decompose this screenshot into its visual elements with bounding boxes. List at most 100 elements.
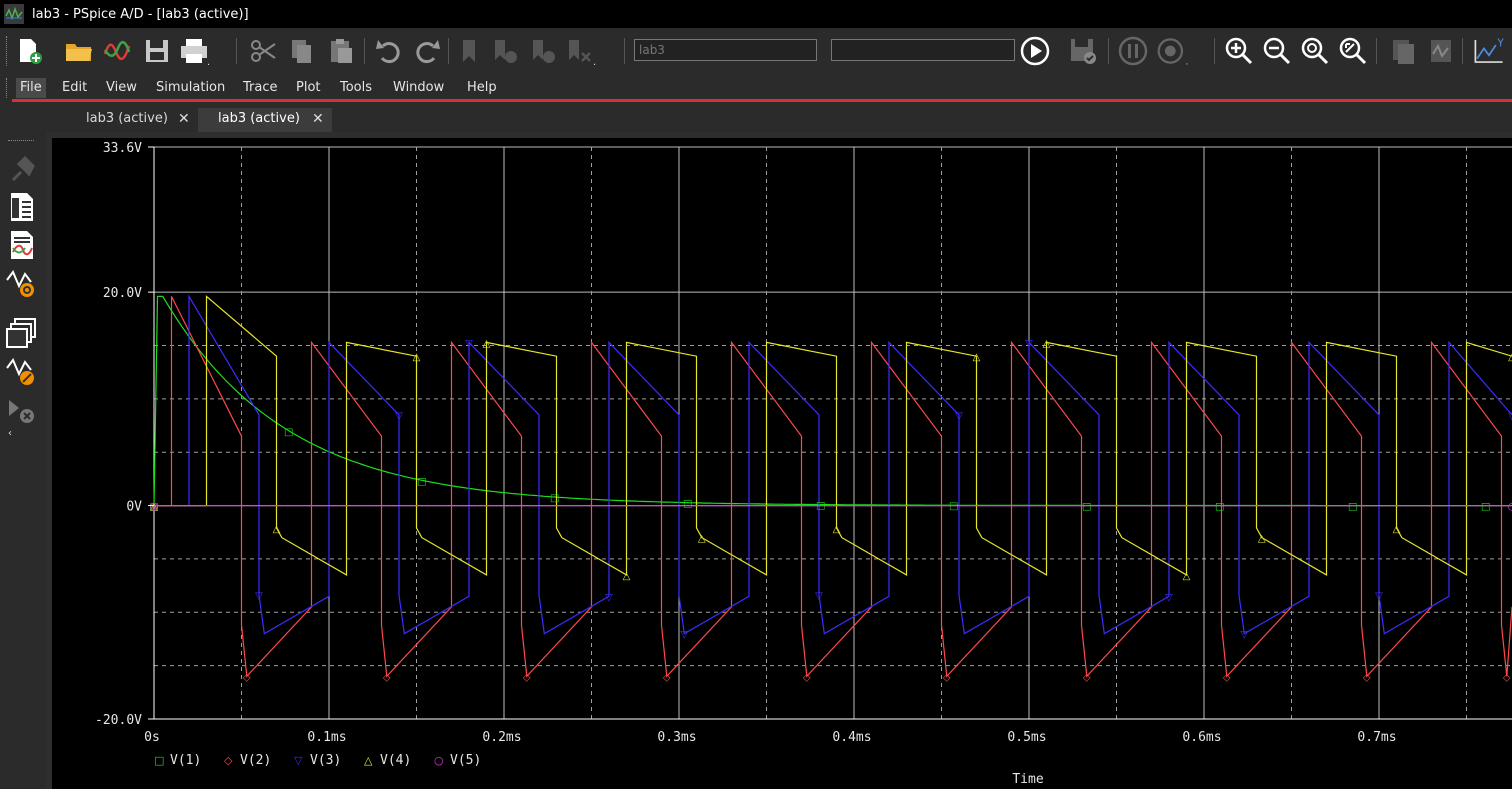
window-cascade-icon[interactable] bbox=[5, 316, 39, 350]
x-tick-label: 0s bbox=[144, 730, 160, 745]
menu-plot[interactable]: Plot bbox=[292, 78, 325, 98]
trace-marker: ▽ bbox=[1240, 630, 1248, 641]
trace-marker: □ bbox=[1215, 502, 1224, 513]
bookmark-prev-icon[interactable] bbox=[526, 34, 560, 68]
copy-icon[interactable] bbox=[284, 34, 318, 68]
menu-trace[interactable]: Trace bbox=[239, 78, 282, 98]
toolbar-grip[interactable] bbox=[6, 36, 9, 66]
paste-icon[interactable] bbox=[324, 34, 358, 68]
redo-icon[interactable] bbox=[410, 34, 444, 68]
toolbar-separator bbox=[448, 38, 449, 64]
trace-marker: □ bbox=[683, 499, 692, 510]
delete-markers-icon[interactable] bbox=[5, 392, 39, 426]
stop-icon[interactable]: . bbox=[1156, 34, 1190, 68]
pin-marker-icon[interactable] bbox=[5, 152, 39, 186]
menu-window[interactable]: Window bbox=[389, 78, 448, 98]
menu-simulation[interactable]: Simulation bbox=[152, 78, 229, 98]
menu-grip[interactable] bbox=[6, 78, 9, 98]
legend-marker: ◇ bbox=[224, 754, 233, 767]
y-axis-ticks: 33.6V 20.0V 0V -20.0V bbox=[95, 141, 154, 728]
left-tool-sidebar: ‹ bbox=[0, 132, 46, 789]
trace-marker: □ bbox=[417, 476, 426, 487]
plot-traces bbox=[153, 294, 1512, 678]
zoom-area-icon[interactable] bbox=[1298, 34, 1332, 68]
x-tick-label: 0.1ms bbox=[307, 730, 346, 745]
menu-help[interactable]: Help bbox=[463, 78, 501, 98]
print-icon[interactable]: . bbox=[178, 34, 212, 68]
trace-marker: △ bbox=[623, 571, 631, 582]
undo-icon[interactable] bbox=[372, 34, 406, 68]
trace-marker: ▽ bbox=[1508, 411, 1512, 422]
trace-marker: △ bbox=[483, 338, 491, 349]
sidebar-grip[interactable] bbox=[8, 140, 34, 143]
x-tick-label: 0.3ms bbox=[657, 730, 696, 745]
zoom-in-icon[interactable] bbox=[1222, 34, 1256, 68]
save-check-icon[interactable] bbox=[1066, 34, 1100, 68]
trace-marker: ◇ bbox=[803, 672, 811, 683]
toolbar-separator bbox=[1108, 38, 1109, 64]
close-icon[interactable]: ✕ bbox=[178, 108, 190, 130]
bookmark-clear-icon[interactable]: . bbox=[564, 34, 598, 68]
copy-plot-icon[interactable] bbox=[1386, 34, 1420, 68]
simulation-progress-field[interactable] bbox=[831, 39, 1015, 61]
trace-marker: ◇ bbox=[663, 672, 671, 683]
waveform-chart[interactable]: □ □ □ □ □ □ □ □ □ □ □ ◇ ◇ ◇ ◇ ◇ ◇ ◇ ◇ ◇ ◇ ◇ ▽ ▽ ▽ ▽ ▽ ▽ ▽ ▽ ▽ ▽ ▽ ▽ ▽ △ △ △ △ △… bbox=[52, 138, 1512, 789]
trace-marker: ▽ bbox=[465, 338, 473, 349]
waveform-icon[interactable] bbox=[100, 34, 134, 68]
cut-icon[interactable] bbox=[246, 34, 280, 68]
svg-text:Y: Y bbox=[1497, 39, 1505, 50]
document-tab-bar: lab3 (active) ✕ lab3 (active) ✕ bbox=[0, 102, 1512, 132]
bookmark-next-icon[interactable] bbox=[488, 34, 522, 68]
trace-marker: ▽ bbox=[395, 411, 403, 422]
menu-tools[interactable]: Tools bbox=[336, 78, 376, 98]
toolbar-separator bbox=[236, 38, 237, 64]
trace-marker: □ bbox=[550, 493, 559, 504]
trace-marker: ◇ bbox=[523, 672, 531, 683]
tab-lab3-1[interactable]: lab3 (active) ✕ bbox=[66, 108, 206, 132]
menu-bar: File Edit View Simulation Trace Plot Too… bbox=[0, 74, 1512, 102]
run-icon[interactable] bbox=[1018, 34, 1052, 68]
zoom-out-icon[interactable] bbox=[1260, 34, 1294, 68]
tab-lab3-2[interactable]: lab3 (active) ✕ bbox=[198, 108, 332, 132]
sidebar-more-indicator[interactable]: ‹ bbox=[8, 428, 12, 439]
new-document-icon[interactable] bbox=[12, 34, 46, 68]
trace-marker: ▽ bbox=[955, 411, 963, 422]
trace-marker: □ bbox=[284, 427, 293, 438]
legend-marker: ▽ bbox=[294, 754, 303, 767]
menu-file[interactable]: File bbox=[16, 78, 46, 98]
simulation-profile-icon[interactable] bbox=[5, 190, 39, 224]
trace-marker: ○ bbox=[1508, 502, 1512, 513]
bookmark-icon[interactable] bbox=[452, 34, 486, 68]
profile-input[interactable]: lab3 bbox=[634, 39, 817, 61]
plot-legend: □ V(1) ◇ V(2) ▽ V(3) △ V(4) ○ V(5) bbox=[154, 753, 481, 768]
output-file-icon[interactable] bbox=[5, 228, 39, 262]
axis-icon[interactable]: Y bbox=[1472, 34, 1506, 68]
trace-marker: □ bbox=[1348, 502, 1357, 513]
trace-marker: ◇ bbox=[243, 672, 251, 683]
cursor-icon[interactable] bbox=[5, 354, 39, 388]
legend-marker: ○ bbox=[434, 754, 444, 767]
trace-marker: △ bbox=[698, 534, 706, 545]
trace-marker: △ bbox=[1508, 352, 1512, 363]
menu-view[interactable]: View bbox=[102, 78, 141, 98]
trace-probe-icon[interactable] bbox=[5, 266, 39, 300]
trace-marker: ▽ bbox=[605, 592, 613, 603]
y-tick-label: 33.6V bbox=[103, 141, 142, 156]
window-title: lab3 - PSpice A/D - [lab3 (active)] bbox=[32, 6, 249, 22]
menu-edit[interactable]: Edit bbox=[58, 78, 91, 98]
pause-icon[interactable] bbox=[1116, 34, 1150, 68]
trace-marker: ▽ bbox=[1025, 338, 1033, 349]
zoom-fit-icon[interactable] bbox=[1336, 34, 1370, 68]
x-tick-label: 0.5ms bbox=[1007, 730, 1046, 745]
toolbar-separator bbox=[1214, 38, 1215, 64]
svg-text:.: . bbox=[1186, 57, 1189, 67]
open-folder-icon[interactable] bbox=[62, 34, 96, 68]
trace-marker: ◇ bbox=[1363, 672, 1371, 683]
legend-label: V(5) bbox=[450, 753, 481, 768]
close-icon[interactable]: ✕ bbox=[312, 108, 324, 130]
trace-v3 bbox=[154, 294, 1512, 635]
svg-text:.: . bbox=[207, 57, 210, 66]
probe-plot[interactable]: □ □ □ □ □ □ □ □ □ □ □ ◇ ◇ ◇ ◇ ◇ ◇ ◇ ◇ ◇ ◇ ◇ ▽ ▽ ▽ ▽ ▽ ▽ ▽ ▽ ▽ ▽ ▽ ▽ ▽ △ △ △ △ △… bbox=[52, 138, 1512, 789]
add-plot-icon[interactable] bbox=[1424, 34, 1458, 68]
save-icon[interactable] bbox=[140, 34, 174, 68]
